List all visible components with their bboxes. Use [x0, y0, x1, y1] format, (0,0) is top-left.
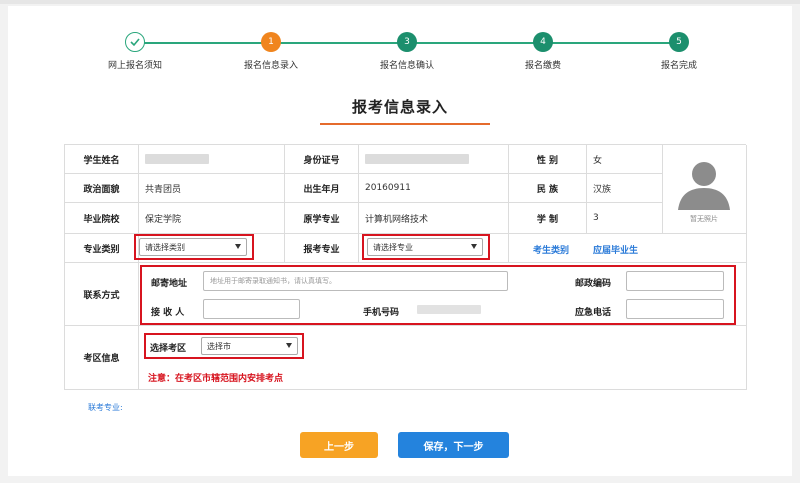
photo-placeholder-text: 暂无照片 [690, 215, 718, 223]
contact-label: 联系方式 [65, 263, 139, 326]
step-4: 4 报名缴费 [493, 32, 593, 71]
birth-value: 20160911 [359, 174, 509, 203]
page: 网上报名须知 1 报名信息录入 3 报名信息确认 4 报名缴费 5 报名完成 报… [0, 0, 800, 483]
postcode-input[interactable] [626, 271, 724, 291]
chevron-down-icon [235, 244, 241, 249]
step-number: 3 [397, 32, 417, 52]
title-underline [320, 123, 490, 125]
address-input[interactable]: 地址用于邮寄录取通知书，请认真填写。 [203, 271, 508, 291]
chevron-down-icon [471, 244, 477, 249]
exam-area-select-value: 选择市 [207, 341, 231, 351]
exam-area-select[interactable]: 选择市 [201, 337, 298, 355]
orig-major-label: 原学专业 [285, 203, 359, 234]
redacted-name [145, 154, 209, 164]
graduate-link[interactable]: 应届毕业生 [593, 243, 638, 256]
joint-major-label: 联考专业: [88, 403, 123, 412]
politics-value: 共青团员 [139, 174, 285, 203]
apply-major-select-value: 请选择专业 [373, 242, 413, 252]
nation-value: 汉族 [587, 174, 663, 203]
top-divider [0, 0, 800, 4]
exam-area-note: 注意：在考区市辖范围内安排考点 [148, 374, 284, 384]
checkmark-icon [125, 32, 145, 52]
step-number: 4 [533, 32, 553, 52]
school-label: 毕业院校 [65, 203, 139, 234]
category-select-value: 请选择类别 [145, 242, 185, 252]
name-label: 学生姓名 [65, 145, 139, 174]
category-label: 专业类别 [65, 234, 139, 263]
id-label: 身份证号 [285, 145, 359, 174]
emergency-input[interactable] [626, 299, 724, 319]
id-value [359, 145, 509, 174]
chevron-down-icon [286, 343, 292, 348]
orig-major-value: 计算机网络技术 [359, 203, 509, 234]
step-3: 3 报名信息确认 [357, 32, 457, 71]
recipient-input[interactable] [203, 299, 300, 319]
nation-label: 民 族 [509, 174, 587, 203]
birth-label: 出生年月 [285, 174, 359, 203]
category-select[interactable]: 请选择类别 [139, 238, 247, 256]
system-label: 学 制 [509, 203, 587, 234]
politics-label: 政治面貌 [65, 174, 139, 203]
mobile-label: 手机号码 [363, 308, 400, 318]
avatar-placeholder-icon [678, 162, 730, 210]
step-number: 5 [669, 32, 689, 52]
name-value [139, 145, 285, 174]
postcode-label: 邮政编码 [575, 279, 612, 289]
step-label: 报名信息确认 [379, 61, 434, 71]
page-title: 报考信息录入 [351, 98, 448, 116]
redacted-id [365, 154, 469, 164]
address-label: 邮寄地址 [151, 279, 188, 289]
step-label: 报名完成 [660, 61, 697, 71]
redacted-mobile [417, 305, 481, 314]
save-next-button[interactable]: 保存，下一步 [398, 432, 509, 458]
apply-major-select[interactable]: 请选择专业 [367, 238, 483, 256]
exam-type-link[interactable]: 考生类别 [533, 243, 569, 256]
exam-area-select-label: 选择考区 [150, 344, 187, 354]
step-label: 报名信息录入 [243, 61, 298, 71]
step-label: 报名缴费 [524, 61, 561, 71]
apply-major-label: 报考专业 [285, 234, 359, 263]
emergency-label: 应急电话 [575, 308, 612, 318]
exam-area-label: 考区信息 [65, 326, 139, 390]
recipient-label: 接 收 人 [151, 308, 185, 318]
step-1: 网上报名须知 [85, 32, 185, 71]
gender-value: 女 [587, 145, 663, 174]
step-5: 5 报名完成 [629, 32, 729, 71]
prev-step-button[interactable]: 上一步 [300, 432, 378, 458]
system-value: 3 [587, 203, 663, 234]
gender-label: 性 别 [509, 145, 587, 174]
step-number: 1 [261, 32, 281, 52]
step-2: 1 报名信息录入 [221, 32, 321, 71]
step-label: 网上报名须知 [107, 61, 162, 71]
school-value: 保定学院 [139, 203, 285, 234]
